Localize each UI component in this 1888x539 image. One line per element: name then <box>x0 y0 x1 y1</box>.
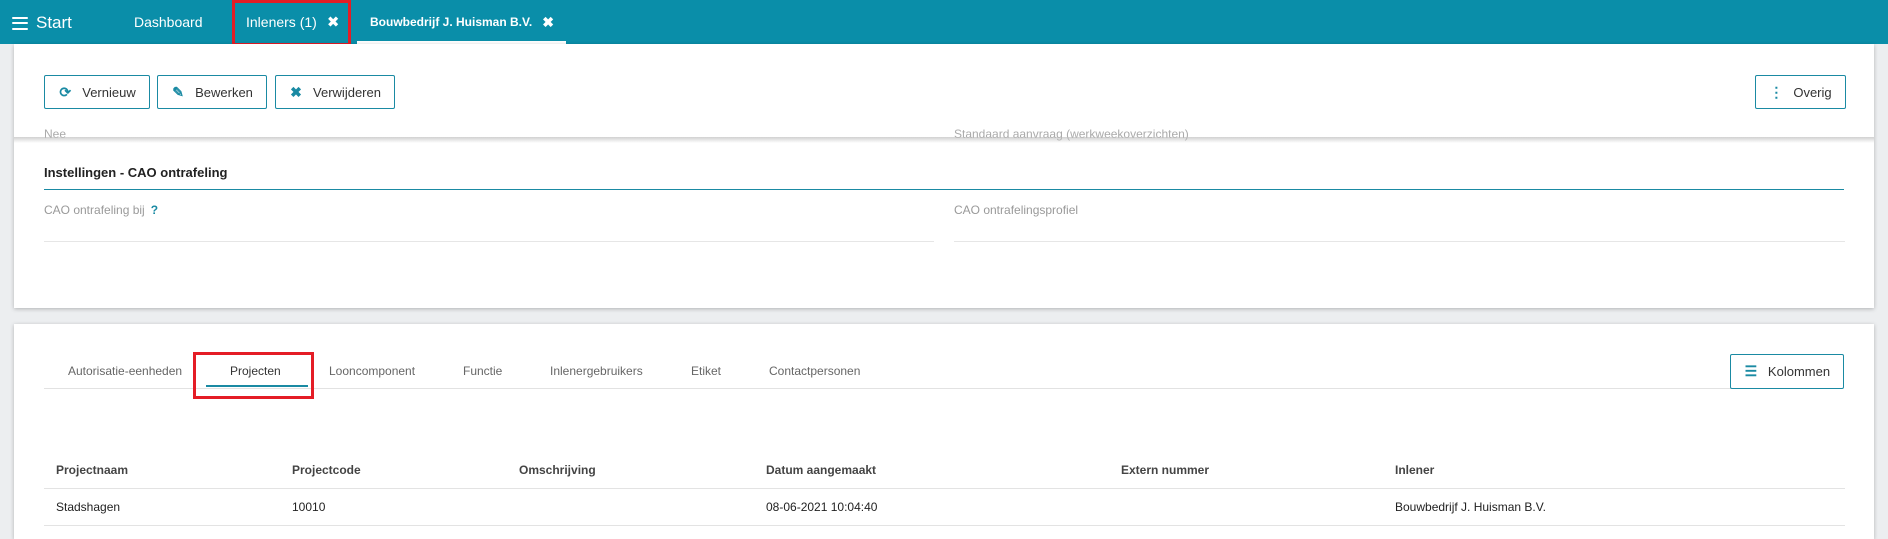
verwijderen-button[interactable]: ✖ Verwijderen <box>275 75 395 109</box>
more-vertical-icon: ⋮ <box>1769 83 1784 100</box>
table-row-divider <box>44 525 1845 526</box>
button-label: Bewerken <box>195 84 253 100</box>
table-cell: Bouwbedrijf J. Huisman B.V. <box>1395 500 1546 514</box>
tab-label: Bouwbedrijf J. Huisman B.V. <box>370 15 533 29</box>
table-cell: Stadshagen <box>56 500 121 514</box>
delete-x-icon: ✖ <box>290 83 302 100</box>
field-underline <box>44 241 934 242</box>
table-header-divider <box>44 488 1845 489</box>
column-header[interactable]: Projectnaam <box>56 463 128 477</box>
tab-label: Inleners (1) <box>246 14 317 30</box>
button-label: Vernieuw <box>82 84 136 100</box>
tab-contactpersonen[interactable]: Contactpersonen <box>769 364 860 378</box>
overig-button[interactable]: ⋮ Overig <box>1755 75 1846 109</box>
column-header[interactable]: Inlener <box>1395 463 1434 477</box>
vernieuw-button[interactable]: ⟳ Vernieuw <box>44 75 150 109</box>
button-label: Kolommen <box>1767 364 1831 379</box>
field-label-cao-ontrafeling-bij: CAO ontrafeling bij? <box>44 203 159 217</box>
pencil-icon: ✎ <box>172 83 184 100</box>
tab-etiket[interactable]: Etiket <box>691 364 721 378</box>
close-icon[interactable]: ✖ <box>542 14 554 31</box>
tabs-divider <box>44 388 1731 389</box>
start-label: Start <box>36 13 72 32</box>
tab-dashboard[interactable]: Dashboard <box>134 0 203 44</box>
column-header[interactable]: Projectcode <box>292 463 361 477</box>
detail-panel: Nee Standaard aanvraag (werkweekoverzich… <box>14 44 1874 308</box>
hamburger-icon <box>12 16 28 30</box>
toolbar-shadow <box>14 137 1874 143</box>
button-label: Verwijderen <box>313 84 381 100</box>
help-icon[interactable]: ? <box>151 203 158 217</box>
tab-label: Dashboard <box>134 14 203 30</box>
table-cell: 08-06-2021 10:04:40 <box>766 500 878 514</box>
button-label: Overig <box>1793 84 1832 100</box>
tab-autorisatie-eenheden[interactable]: Autorisatie-eenheden <box>68 364 182 378</box>
tab-functie[interactable]: Functie <box>463 364 502 378</box>
tab-looncomponent[interactable]: Looncomponent <box>329 364 415 378</box>
related-data-panel: Autorisatie-eenheden Projecten Looncompo… <box>14 324 1874 539</box>
table-cell: 10010 <box>292 500 326 514</box>
column-header[interactable]: Extern nummer <box>1121 463 1209 477</box>
field-underline <box>954 241 1845 242</box>
bewerken-button[interactable]: ✎ Bewerken <box>157 75 267 109</box>
kolommen-button[interactable]: ☰ Kolommen <box>1730 354 1844 389</box>
list-icon: ☰ <box>1744 363 1758 379</box>
tab-bouwbedrijf[interactable]: Bouwbedrijf J. Huisman B.V. ✖ <box>357 0 566 44</box>
active-tab-indicator <box>206 385 308 387</box>
start-menu-button[interactable]: Start <box>12 13 72 33</box>
tab-inleners[interactable]: Inleners (1) ✖ <box>246 0 339 44</box>
refresh-icon: ⟳ <box>59 83 72 100</box>
section-divider <box>44 189 1844 190</box>
field-label-cao-ontrafelingsprofiel: CAO ontrafelingsprofiel <box>954 203 1079 217</box>
column-header[interactable]: Datum aangemaakt <box>766 463 876 477</box>
close-icon[interactable]: ✖ <box>327 13 340 31</box>
tab-projecten[interactable]: Projecten <box>230 364 281 378</box>
section-title: Instellingen - CAO ontrafeling <box>44 165 228 180</box>
top-navigation-bar: Start Dashboard Inleners (1) ✖ Bouwbedri… <box>0 0 1888 44</box>
tab-inlenergebruikers[interactable]: Inlenergebruikers <box>550 364 643 378</box>
column-header[interactable]: Omschrijving <box>519 463 596 477</box>
